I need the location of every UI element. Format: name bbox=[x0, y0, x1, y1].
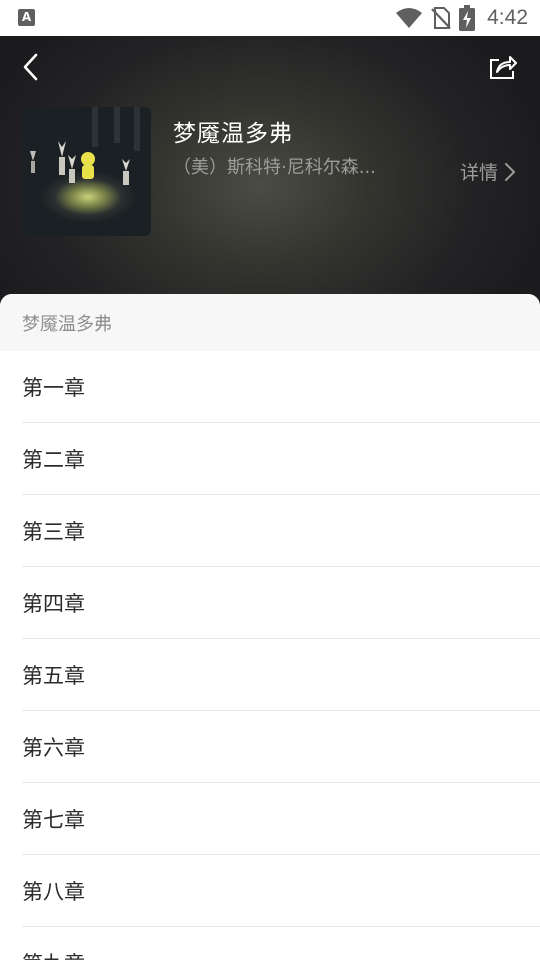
book-title: 梦魇温多弗 bbox=[173, 121, 293, 147]
catalog-title: 梦魇温多弗 bbox=[22, 313, 112, 335]
screen: A 4:42 梦魇温多弗 （美）斯科特·尼科尔森... 详情 梦魇温多弗 第一章… bbox=[0, 0, 540, 960]
chapter-item-6[interactable]: 第六章 bbox=[0, 711, 540, 783]
no-sim-icon bbox=[431, 7, 451, 29]
status-bar: A 4:42 bbox=[0, 0, 540, 36]
chapter-item-4[interactable]: 第四章 bbox=[0, 567, 540, 639]
chapter-item-5[interactable]: 第五章 bbox=[0, 639, 540, 711]
chapter-label: 第二章 bbox=[22, 448, 85, 472]
chapter-item-2[interactable]: 第二章 bbox=[0, 423, 540, 495]
chapter-item-3[interactable]: 第三章 bbox=[0, 495, 540, 567]
chapter-label: 第四章 bbox=[22, 592, 85, 616]
chapter-label: 第五章 bbox=[22, 664, 85, 688]
book-cover-art bbox=[30, 107, 140, 185]
chapter-label: 第九章 bbox=[22, 948, 85, 960]
book-header: 梦魇温多弗 （美）斯科特·尼科尔森... 详情 bbox=[0, 36, 540, 306]
back-button[interactable] bbox=[14, 50, 48, 84]
chapter-item-7[interactable]: 第七章 bbox=[0, 783, 540, 855]
book-cover[interactable] bbox=[22, 107, 151, 236]
share-icon bbox=[490, 56, 517, 79]
app-notification-icon: A bbox=[18, 9, 35, 26]
chapter-label: 第七章 bbox=[22, 808, 85, 832]
battery-charging-icon bbox=[459, 5, 476, 31]
status-time: 4:42 bbox=[487, 6, 528, 29]
chapter-label: 第八章 bbox=[22, 880, 85, 904]
chevron-right-icon bbox=[505, 162, 515, 181]
chapter-label: 第六章 bbox=[22, 736, 85, 760]
status-icons: 4:42 bbox=[395, 4, 528, 32]
chapter-list: 第一章 第二章 第三章 第四章 第五章 第六章 第七章 第八章 第九章 bbox=[0, 351, 540, 960]
chevron-left-icon bbox=[23, 53, 38, 81]
book-author: （美）斯科特·尼科尔森... bbox=[173, 157, 376, 178]
chapter-item-9[interactable]: 第九章 bbox=[0, 927, 540, 960]
chapter-label: 第三章 bbox=[22, 520, 85, 544]
chapter-label: 第一章 bbox=[22, 376, 85, 400]
chapter-item-8[interactable]: 第八章 bbox=[0, 855, 540, 927]
chapter-item-1[interactable]: 第一章 bbox=[0, 351, 540, 423]
details-label: 详情 bbox=[459, 162, 498, 184]
details-link[interactable]: 详情 bbox=[460, 158, 516, 185]
share-button[interactable] bbox=[486, 50, 520, 84]
wifi-icon bbox=[396, 8, 423, 28]
chapter-sheet: 梦魇温多弗 第一章 第二章 第三章 第四章 第五章 第六章 第七章 第八章 第九… bbox=[0, 294, 540, 960]
catalog-header: 梦魇温多弗 bbox=[0, 294, 540, 351]
